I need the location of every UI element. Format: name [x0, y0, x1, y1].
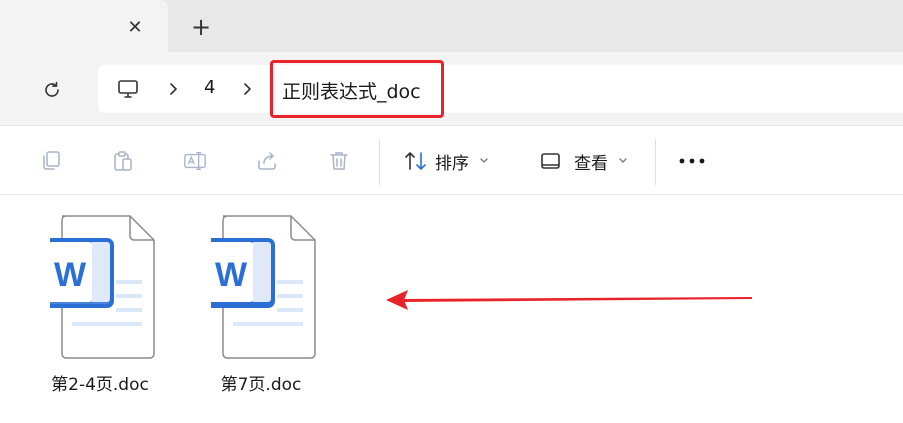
word-doc-icon: W — [50, 215, 155, 359]
plus-icon: + — [190, 13, 212, 41]
command-bar: 排序 查看 — [0, 127, 903, 195]
address-bar: 4 正则表达式_doc — [0, 52, 903, 126]
sort-button[interactable]: 排序 — [403, 147, 489, 175]
view-icon — [541, 153, 560, 169]
breadcrumb-current-folder[interactable]: 正则表达式_doc — [282, 77, 421, 104]
svg-text:W: W — [215, 256, 248, 294]
refresh-button[interactable] — [38, 76, 66, 104]
paste-icon — [114, 151, 132, 171]
view-label: 查看 — [574, 153, 608, 174]
copy-button[interactable] — [39, 149, 63, 173]
file-name: 第7页.doc — [220, 375, 302, 395]
chevron-down-icon — [619, 158, 627, 163]
share-icon — [258, 152, 276, 170]
tab-strip: ✕ + — [0, 0, 903, 52]
copy-icon — [43, 151, 60, 170]
breadcrumb-item-4[interactable]: 4 — [204, 77, 215, 98]
chevron-down-icon — [480, 158, 488, 163]
breadcrumb-chevron[interactable] — [240, 78, 256, 100]
more-icon — [679, 158, 705, 164]
share-button[interactable] — [255, 149, 279, 173]
chevron-right-icon — [244, 83, 251, 95]
paste-button[interactable] — [111, 149, 135, 173]
breadcrumb[interactable]: 4 正则表达式_doc — [98, 65, 903, 113]
rename-button[interactable] — [183, 149, 207, 173]
refresh-icon — [45, 81, 59, 97]
sort-label: 排序 — [435, 153, 469, 174]
more-options-button[interactable] — [676, 149, 708, 173]
this-pc-icon[interactable] — [116, 77, 140, 101]
active-tab[interactable]: ✕ — [0, 0, 168, 52]
breadcrumb-chevron[interactable] — [166, 78, 182, 100]
file-item[interactable]: W 第7页.doc — [191, 214, 331, 395]
trash-icon — [330, 152, 348, 170]
toolbar-divider — [379, 139, 380, 185]
word-doc-icon: W — [211, 215, 316, 359]
annotation-arrow — [386, 290, 752, 310]
toolbar-divider — [655, 139, 656, 185]
chevron-right-icon — [170, 83, 177, 95]
rename-icon — [184, 152, 206, 170]
view-button[interactable]: 查看 — [540, 147, 628, 175]
file-item[interactable]: W 第2-4页.doc — [30, 214, 170, 395]
svg-text:W: W — [54, 256, 87, 294]
close-tab-button[interactable]: ✕ — [123, 15, 147, 39]
close-icon: ✕ — [127, 16, 143, 38]
file-name: 第2-4页.doc — [51, 375, 149, 395]
new-tab-button[interactable]: + — [188, 13, 214, 41]
delete-button[interactable] — [327, 149, 351, 173]
sort-icon — [405, 152, 426, 170]
